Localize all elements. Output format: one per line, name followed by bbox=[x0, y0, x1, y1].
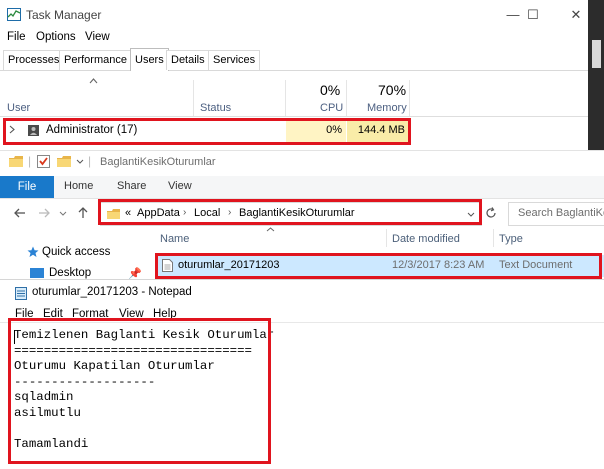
notepad-menu-format[interactable]: Format bbox=[72, 308, 108, 320]
properties-checkmark-icon[interactable] bbox=[37, 155, 50, 168]
file-type: Text Document bbox=[499, 259, 573, 271]
notepad-text-area[interactable]: Temizlenen Baglanti Kesik Oturumlar ====… bbox=[14, 328, 274, 453]
column-status[interactable]: Status bbox=[200, 102, 231, 114]
file-date-modified: 12/3/2017 8:23 AM bbox=[392, 259, 485, 271]
background-window-glyph bbox=[592, 40, 601, 68]
search-placeholder: Search BaglantiKes bbox=[518, 207, 604, 219]
address-bar[interactable]: « AppData › Local › BaglantiKesikOturuml… bbox=[100, 202, 482, 226]
cpu-cell: 0% bbox=[286, 120, 346, 142]
column-divider[interactable] bbox=[409, 80, 410, 116]
background-window-edge bbox=[588, 0, 604, 150]
tab-performance[interactable]: Performance bbox=[59, 50, 132, 70]
column-name[interactable]: Name bbox=[160, 233, 189, 245]
breadcrumb-separator-icon[interactable]: › bbox=[183, 207, 186, 218]
recent-chevron-down-icon[interactable] bbox=[59, 211, 67, 216]
text-caret bbox=[14, 330, 15, 344]
column-divider[interactable] bbox=[193, 80, 194, 116]
nav-quick-access[interactable]: Quick access bbox=[42, 246, 110, 258]
explorer-window: | | BaglantiKesikOturumlar File Home Sha… bbox=[0, 150, 604, 281]
quick-access-star-icon bbox=[27, 246, 39, 258]
task-manager-app-icon bbox=[7, 8, 21, 21]
user-avatar-icon bbox=[28, 125, 39, 136]
tab-services[interactable]: Services bbox=[208, 50, 261, 70]
notepad-menu-file[interactable]: File bbox=[15, 308, 34, 320]
notepad-menu-view[interactable]: View bbox=[119, 308, 144, 320]
task-manager-column-header: User Status 0% CPU 70% Memory bbox=[0, 70, 604, 117]
folder-icon bbox=[9, 156, 23, 167]
file-row[interactable]: oturumlar_20171203 12/3/2017 8:23 AM Tex… bbox=[155, 255, 604, 277]
memory-total-percent: 70% bbox=[378, 82, 407, 98]
task-manager-title: Task Manager bbox=[26, 8, 102, 22]
column-divider[interactable] bbox=[285, 80, 286, 116]
refresh-icon[interactable] bbox=[485, 207, 497, 219]
address-dropdown-chevron-down-icon[interactable] bbox=[467, 212, 475, 217]
notepad-menu-edit[interactable]: Edit bbox=[43, 308, 63, 320]
forward-arrow-icon[interactable] bbox=[38, 208, 50, 218]
ribbon-home-tab[interactable]: Home bbox=[64, 180, 93, 192]
menu-options[interactable]: Options bbox=[36, 31, 76, 43]
breadcrumb-separator-icon[interactable]: › bbox=[228, 207, 231, 218]
task-manager-tabs: Processes Performance Users Details Serv… bbox=[0, 48, 604, 71]
sort-chevron-up-icon[interactable] bbox=[266, 227, 275, 232]
column-type[interactable]: Type bbox=[499, 233, 523, 245]
menu-file[interactable]: File bbox=[7, 31, 26, 43]
breadcrumb-appdata[interactable]: AppData bbox=[137, 207, 180, 219]
menu-view[interactable]: View bbox=[85, 31, 110, 43]
new-folder-icon[interactable] bbox=[57, 156, 71, 167]
user-name: Administrator (17) bbox=[46, 124, 138, 136]
memory-cell: 144.4 MB bbox=[347, 120, 409, 142]
user-cpu-value: 0% bbox=[326, 124, 342, 136]
notepad-menu-divider bbox=[0, 322, 604, 323]
task-manager-titlebar: Task Manager — ☐ ✕ bbox=[0, 0, 604, 30]
task-manager-menubar: File Options View bbox=[0, 30, 604, 48]
tab-details[interactable]: Details bbox=[166, 50, 210, 70]
search-box[interactable]: Search BaglantiKes bbox=[508, 202, 604, 226]
breadcrumb-local[interactable]: Local bbox=[194, 207, 220, 219]
back-arrow-icon[interactable] bbox=[14, 208, 26, 218]
notepad-menu-help[interactable]: Help bbox=[153, 308, 177, 320]
column-divider[interactable] bbox=[493, 229, 494, 247]
explorer-title: BaglantiKesikOturumlar bbox=[100, 156, 216, 168]
column-user[interactable]: User bbox=[7, 102, 30, 114]
quick-access-chevron-down-icon[interactable] bbox=[76, 159, 84, 164]
ribbon-share-tab[interactable]: Share bbox=[117, 180, 146, 192]
expand-chevron-right-icon[interactable] bbox=[9, 125, 15, 134]
file-name: oturumlar_20171203 bbox=[178, 259, 280, 271]
tab-users[interactable]: Users bbox=[130, 48, 169, 71]
notepad-title: oturumlar_20171203 - Notepad bbox=[32, 286, 192, 298]
user-memory-value: 144.4 MB bbox=[357, 124, 405, 136]
column-divider[interactable] bbox=[346, 80, 347, 116]
column-cpu[interactable]: CPU bbox=[320, 102, 343, 114]
column-divider[interactable] bbox=[386, 229, 387, 247]
text-document-icon bbox=[162, 259, 173, 272]
address-folder-icon bbox=[107, 209, 120, 219]
notepad-window: oturumlar_20171203 - Notepad File Edit F… bbox=[0, 279, 604, 469]
up-arrow-icon[interactable] bbox=[78, 207, 88, 219]
breadcrumb-overflow[interactable]: « bbox=[125, 207, 131, 219]
column-date-modified[interactable]: Date modified bbox=[392, 233, 460, 245]
toolbar-divider: | bbox=[28, 154, 32, 168]
ribbon-view-tab[interactable]: View bbox=[168, 180, 192, 192]
tab-processes[interactable]: Processes bbox=[3, 50, 65, 70]
user-row-administrator[interactable]: Administrator (17) 0% 144.4 MB bbox=[0, 118, 604, 144]
desktop-icon bbox=[30, 268, 44, 278]
title-divider: | bbox=[88, 154, 92, 168]
ribbon-tabs: File Home Share View bbox=[0, 176, 604, 199]
column-memory[interactable]: Memory bbox=[367, 102, 407, 114]
breadcrumb-current[interactable]: BaglantiKesikOturumlar bbox=[239, 207, 355, 219]
cpu-total-percent: 0% bbox=[320, 82, 341, 98]
maximize-button[interactable]: ☐ bbox=[510, 0, 556, 30]
sort-chevron-up-icon[interactable] bbox=[89, 78, 98, 84]
ribbon-file-tab[interactable]: File bbox=[0, 176, 54, 198]
nav-desktop[interactable]: Desktop bbox=[49, 267, 91, 279]
notepad-app-icon bbox=[15, 286, 27, 300]
task-manager-window: Task Manager — ☐ ✕ File Options View Pro… bbox=[0, 0, 604, 150]
